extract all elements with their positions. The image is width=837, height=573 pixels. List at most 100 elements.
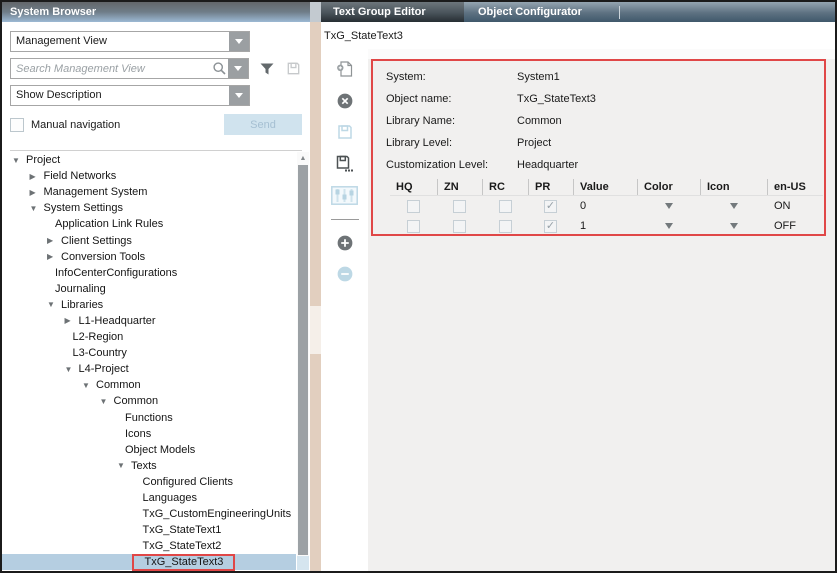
cell-zn [437, 216, 482, 236]
tree-item-label: Libraries [61, 299, 103, 311]
tree-collapse-icon[interactable]: ▼ [30, 204, 44, 213]
view-selector-dropdown-button[interactable] [229, 32, 249, 51]
hq-checkbox[interactable] [407, 220, 420, 233]
send-button[interactable]: Send [224, 114, 302, 135]
tree-item-txg-statetext2[interactable]: TxG_StateText2 [2, 538, 296, 554]
tree-item-project[interactable]: ▼Project [2, 152, 296, 168]
panel-splitter[interactable] [310, 22, 321, 571]
view-selector[interactable]: Management View [10, 31, 250, 52]
new-document-icon[interactable] [335, 59, 355, 79]
tree-item-management-system[interactable]: ▶Management System [2, 184, 296, 200]
zn-checkbox[interactable] [453, 220, 466, 233]
tree-collapse-icon[interactable]: ▼ [65, 365, 79, 374]
tree-item-journaling[interactable]: Journaling [2, 281, 296, 297]
tree-expand-icon[interactable]: ▶ [47, 236, 61, 245]
tree-collapse-icon[interactable]: ▼ [100, 397, 114, 406]
tree-expand-icon[interactable]: ▶ [30, 188, 44, 197]
tree-item-functions[interactable]: Functions [2, 410, 296, 426]
scroll-up-icon[interactable]: ▲ [297, 152, 309, 164]
hq-checkbox[interactable] [407, 200, 420, 213]
field-value-library-name: Common [517, 110, 824, 132]
tree-item-application-link-rules[interactable]: Application Link Rules [2, 216, 296, 232]
form-field-row: Customization Level:Headquarter [373, 154, 824, 176]
tree-expand-icon[interactable]: ▶ [30, 172, 44, 181]
search-box [10, 58, 249, 79]
search-input[interactable] [11, 59, 210, 78]
icon-dropdown-icon[interactable] [730, 223, 738, 229]
cell-en-us[interactable]: ON [767, 196, 823, 216]
tree-item-icons[interactable]: Icons [2, 426, 296, 442]
cell-en-us[interactable]: OFF [767, 216, 823, 236]
tree-item-libraries[interactable]: ▼Libraries [2, 297, 296, 313]
description-selector[interactable]: Show Description [10, 85, 250, 106]
save-icon[interactable] [336, 123, 354, 141]
column-header-hq: HQ [390, 179, 437, 195]
tree-item-txg-customengineeringunits[interactable]: TxG_CustomEngineeringUnits [2, 506, 296, 522]
color-dropdown-icon[interactable] [665, 203, 673, 209]
tree-item-txg-statetext3[interactable]: TxG_StateText3 [2, 554, 296, 570]
tree-item-label: Project [26, 154, 60, 166]
tree-item-label: InfoCenterConfigurations [55, 267, 177, 279]
tree-item-common[interactable]: ▼Common [2, 377, 296, 393]
tree-item-texts[interactable]: ▼Texts [2, 458, 296, 474]
tree-item-label: Conversion Tools [61, 251, 145, 263]
search-icon[interactable] [210, 59, 228, 78]
manual-navigation-checkbox[interactable] [10, 118, 24, 132]
tree-item-system-settings[interactable]: ▼System Settings [2, 200, 296, 216]
tree-item-conversion-tools[interactable]: ▶Conversion Tools [2, 249, 296, 265]
tree-collapse-icon[interactable]: ▼ [82, 381, 96, 390]
tab-object-configurator[interactable]: Object Configurator [466, 2, 616, 22]
tree-item-languages[interactable]: Languages [2, 490, 296, 506]
save-as-icon[interactable] [335, 154, 354, 173]
rc-checkbox[interactable] [499, 220, 512, 233]
column-header-color: Color [637, 179, 700, 195]
field-value-library-level: Project [517, 132, 824, 154]
properties-icon[interactable] [331, 186, 358, 205]
tree-item-field-networks[interactable]: ▶Field Networks [2, 168, 296, 184]
tree-item-common[interactable]: ▼Common [2, 393, 296, 409]
cell-value[interactable]: 0 [573, 196, 637, 216]
tree-item-client-settings[interactable]: ▶Client Settings [2, 232, 296, 248]
tree-item-label: Languages [143, 492, 197, 504]
tree-item-txg-statetext1[interactable]: TxG_StateText1 [2, 522, 296, 538]
search-dropdown-button[interactable] [228, 59, 248, 78]
description-selector-dropdown-button[interactable] [229, 86, 249, 105]
add-row-icon[interactable] [336, 234, 354, 252]
remove-row-icon[interactable] [336, 265, 354, 283]
browser-controls: Management View [2, 22, 310, 151]
description-selector-value: Show Description [11, 86, 229, 105]
tree-scrollbar[interactable]: ▲ [297, 152, 309, 570]
color-dropdown-icon[interactable] [665, 223, 673, 229]
tree-item-l4-project[interactable]: ▼L4-Project [2, 361, 296, 377]
tree-collapse-icon[interactable]: ▼ [47, 300, 61, 309]
cell-value[interactable]: 1 [573, 216, 637, 236]
content-top-strip [368, 49, 835, 59]
filter-icon[interactable] [259, 61, 275, 77]
tree-expand-icon[interactable]: ▶ [47, 252, 61, 261]
tree-item-configured-clients[interactable]: Configured Clients [2, 474, 296, 490]
pr-checkbox[interactable]: ✓ [544, 200, 557, 213]
zn-checkbox[interactable] [453, 200, 466, 213]
scrollbar-thumb[interactable] [298, 165, 308, 555]
tree-collapse-icon[interactable]: ▼ [117, 461, 131, 470]
tree-item-l3-country[interactable]: L3-Country [2, 345, 296, 361]
tree-expand-icon[interactable]: ▶ [65, 316, 79, 325]
tree-item-object-models[interactable]: Object Models [2, 442, 296, 458]
form-field-row: System:System1 [373, 66, 824, 88]
tree-collapse-icon[interactable]: ▼ [12, 156, 26, 165]
pr-checkbox[interactable]: ✓ [544, 220, 557, 233]
scroll-down-button[interactable] [297, 556, 309, 570]
icon-dropdown-icon[interactable] [730, 203, 738, 209]
rc-checkbox[interactable] [499, 200, 512, 213]
tree-item-infocenterconfigurations[interactable]: InfoCenterConfigurations [2, 265, 296, 281]
column-header-value: Value [573, 179, 637, 195]
save-filter-icon[interactable] [285, 60, 302, 77]
tab-separator [619, 6, 620, 19]
tree-item-l1-headquarter[interactable]: ▶L1-Headquarter [2, 313, 296, 329]
delete-icon[interactable] [336, 92, 354, 110]
tab-text-group-editor[interactable]: Text Group Editor [321, 2, 464, 22]
tree-item-l2-region[interactable]: L2-Region [2, 329, 296, 345]
splitter-grip[interactable] [310, 306, 321, 354]
tree-item-label: Common [96, 379, 141, 391]
table-row: ✓ 0 ON [390, 196, 823, 216]
